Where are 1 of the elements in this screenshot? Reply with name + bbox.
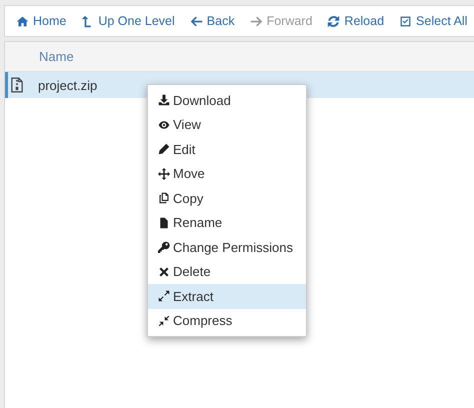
file-name: project.zip: [38, 78, 98, 92]
